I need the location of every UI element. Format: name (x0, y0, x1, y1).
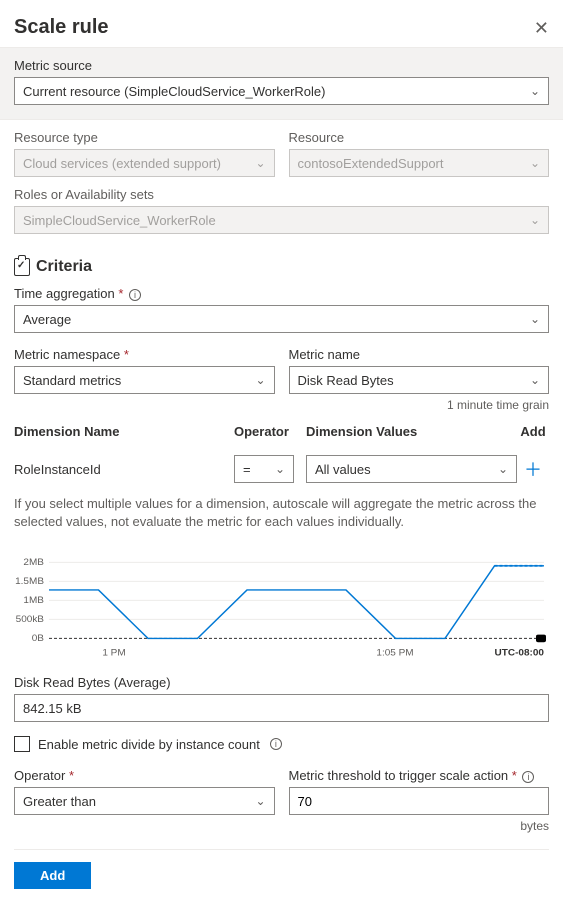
x-tick: 1:05 PM (376, 648, 413, 659)
resource-value: contosoExtendedSupport (298, 156, 444, 171)
roles-value: SimpleCloudService_WorkerRole (23, 213, 216, 228)
resource-label: Resource (289, 130, 550, 145)
metric-namespace-select[interactable]: Standard metrics ⌄ (14, 366, 275, 394)
chevron-down-icon: ⌄ (498, 462, 508, 476)
metric-name-value: Disk Read Bytes (298, 373, 394, 388)
threshold-input[interactable] (289, 787, 550, 815)
time-aggregation-select[interactable]: Average ⌄ (14, 305, 549, 333)
metric-namespace-label: Metric namespace * (14, 347, 275, 362)
dimension-values-value: All values (315, 462, 371, 477)
chart-current-marker (536, 635, 546, 643)
metric-name-select[interactable]: Disk Read Bytes ⌄ (289, 366, 550, 394)
timezone-label: UTC-08:00 (495, 648, 545, 659)
panel-title: Scale rule (14, 16, 109, 39)
metric-source-label: Metric source (14, 58, 549, 73)
operator-select[interactable]: Greater than ⌄ (14, 787, 275, 815)
y-tick: 1.5MB (15, 577, 44, 588)
chevron-down-icon: ⌄ (530, 156, 540, 170)
roles-label: Roles or Availability sets (14, 187, 549, 202)
clipboard-check-icon (14, 258, 30, 276)
chevron-down-icon: ⌄ (255, 794, 265, 808)
metric-chart: 2MB 1.5MB 1MB 500kB 0B 1 PM 1:05 PM UTC-… (14, 543, 549, 673)
y-tick: 0B (32, 634, 44, 645)
info-icon[interactable]: i (522, 771, 534, 783)
resource-type-value: Cloud services (extended support) (23, 156, 221, 171)
dimension-hint: If you select multiple values for a dime… (14, 495, 549, 531)
y-tick: 1MB (23, 596, 44, 607)
time-aggregation-value: Average (23, 312, 71, 327)
metric-source-select[interactable]: Current resource (SimpleCloudService_Wor… (14, 77, 549, 105)
resource-select: contosoExtendedSupport ⌄ (289, 149, 550, 177)
divide-by-instance-label: Enable metric divide by instance count (38, 737, 260, 752)
dimension-values-select[interactable]: All values ⌄ (306, 455, 517, 483)
metric-source-value: Current resource (SimpleCloudService_Wor… (23, 84, 325, 99)
chevron-down-icon: ⌄ (275, 462, 285, 476)
operator-label: Operator * (14, 768, 275, 783)
close-icon[interactable]: ✕ (534, 19, 549, 37)
y-tick: 2MB (23, 558, 44, 569)
dimension-row: RoleInstanceId = ⌄ All values ⌄ ＋ (14, 445, 549, 489)
dimension-operator-value: = (243, 462, 251, 477)
divide-by-instance-checkbox[interactable] (14, 736, 30, 752)
dim-header-name: Dimension Name (14, 424, 234, 439)
time-aggregation-label: Time aggregation * i (14, 286, 549, 301)
chart-series-line (49, 566, 544, 639)
metric-name-label: Metric name (289, 347, 550, 362)
chevron-down-icon: ⌄ (530, 312, 540, 326)
criteria-heading: Criteria (36, 258, 92, 276)
threshold-label: Metric threshold to trigger scale action… (289, 768, 550, 783)
dim-header-op: Operator (234, 424, 306, 439)
chevron-down-icon: ⌄ (255, 373, 265, 387)
info-icon[interactable]: i (270, 738, 282, 750)
dimension-operator-select[interactable]: = ⌄ (234, 455, 294, 483)
readout-label: Disk Read Bytes (Average) (14, 675, 549, 690)
info-icon[interactable]: i (129, 289, 141, 301)
operator-value: Greater than (23, 794, 96, 809)
threshold-unit: bytes (289, 819, 550, 833)
readout-value-box: 842.15 kB (14, 694, 549, 722)
dim-header-add: Add (517, 424, 549, 439)
y-tick: 500kB (16, 615, 44, 626)
roles-select: SimpleCloudService_WorkerRole ⌄ (14, 206, 549, 234)
resource-type-select: Cloud services (extended support) ⌄ (14, 149, 275, 177)
add-dimension-icon[interactable]: ＋ (524, 460, 542, 480)
chevron-down-icon: ⌄ (530, 213, 540, 227)
chevron-down-icon: ⌄ (530, 373, 540, 387)
resource-type-label: Resource type (14, 130, 275, 145)
add-button[interactable]: Add (14, 862, 91, 889)
chevron-down-icon: ⌄ (255, 156, 265, 170)
readout-value: 842.15 kB (23, 701, 82, 716)
metric-namespace-value: Standard metrics (23, 373, 121, 388)
chevron-down-icon: ⌄ (530, 84, 540, 98)
time-grain-text: 1 minute time grain (14, 398, 549, 412)
dim-header-val: Dimension Values (306, 424, 517, 439)
x-tick: 1 PM (102, 648, 125, 659)
dimension-name: RoleInstanceId (14, 462, 234, 477)
